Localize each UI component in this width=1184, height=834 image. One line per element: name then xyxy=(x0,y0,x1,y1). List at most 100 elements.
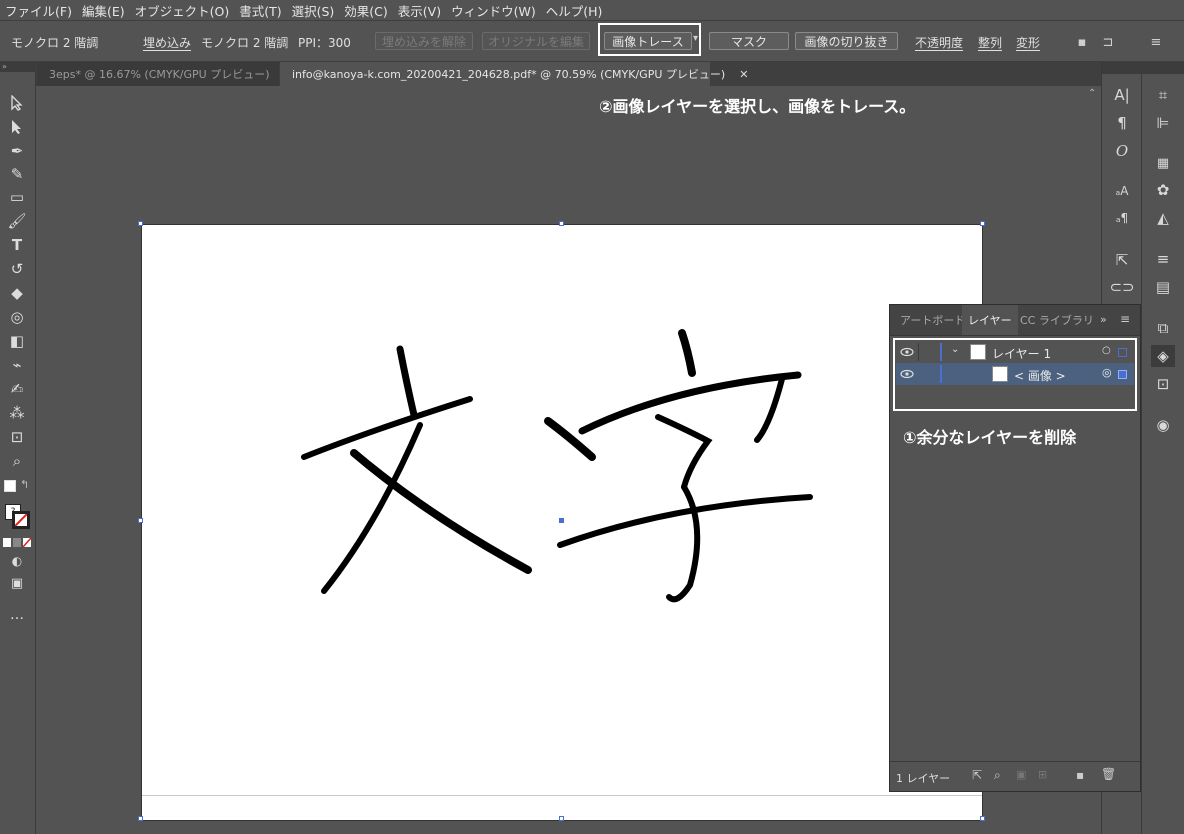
color-guide-icon[interactable]: ✿ xyxy=(1151,179,1175,201)
tab-pdf[interactable]: info@kanoya-k.com_20200421_204628.pdf* @… xyxy=(280,62,748,86)
panel-menu-icon[interactable]: ≡ xyxy=(1120,312,1130,326)
character-icon[interactable]: A| xyxy=(1110,84,1134,106)
zoom-tool-icon[interactable]: ⌕ xyxy=(5,450,29,472)
type-tool-icon[interactable]: T xyxy=(5,234,29,256)
menu-object[interactable]: オブジェクト(O) xyxy=(130,1,235,20)
annotation-trace: ②画像レイヤーを選択し、画像をトレース。 xyxy=(599,97,916,116)
export-layer-icon[interactable]: ⇱ xyxy=(972,768,982,782)
direct-selection-tool-icon[interactable] xyxy=(5,116,29,138)
artboards-icon[interactable]: ⧉ xyxy=(1151,317,1175,339)
panel-dock-2: ⌗ ⊫ ▦ ✿ ◭ ≡ ▤ ⧉ ◈ ⊡ ◉ xyxy=(1141,62,1184,834)
placed-image[interactable] xyxy=(142,225,982,795)
appearance-icon[interactable]: ◉ xyxy=(1151,414,1175,436)
more-tabs-icon[interactable]: » xyxy=(1100,313,1107,326)
rotate-tool-icon[interactable]: ↺ xyxy=(5,258,29,280)
close-icon[interactable]: ✕ xyxy=(739,68,748,81)
selection-handle[interactable] xyxy=(980,221,985,226)
curvature-tool-icon[interactable]: ✎ xyxy=(5,163,29,185)
eraser-tool-icon[interactable]: ◆ xyxy=(5,282,29,304)
menu-edit[interactable]: 編集(E) xyxy=(77,1,130,20)
tab-3eps[interactable]: 3eps* @ 16.67% (CMYK/GPU プレビュー) ✕ xyxy=(37,62,293,86)
paragraph-icon[interactable]: ¶ xyxy=(1110,112,1134,134)
menu-window[interactable]: ウィンドウ(W) xyxy=(446,1,541,20)
paintbrush-tool-icon[interactable]: 🖌 xyxy=(5,210,29,232)
distribute-icon[interactable]: ⊐ xyxy=(1099,33,1117,51)
screen-mode-icon[interactable]: ▣ xyxy=(5,572,29,594)
color-mode-icons[interactable] xyxy=(3,536,32,548)
tools-panel: » ✒ ✎ ▭ 🖌 T ↺ ◆ ◎ ◧ ⌁ ✍ ⁂ ⊡ ⌕ ↰ ? ◐ ▣ … xyxy=(0,62,36,834)
opacity-link[interactable]: 不透明度 xyxy=(915,34,963,51)
align-link[interactable]: 整列 xyxy=(978,34,1002,51)
transform-icon[interactable]: ⌗ xyxy=(1151,84,1175,106)
grid-arrange-icon[interactable]: ▪ xyxy=(1073,33,1091,51)
more-tools-icon[interactable]: … xyxy=(5,604,29,626)
mask-button[interactable]: マスク xyxy=(709,32,789,50)
menu-help[interactable]: ヘルプ(H) xyxy=(541,1,608,20)
export-icon[interactable]: ⇱ xyxy=(1110,249,1134,271)
new-layer-icon[interactable]: ▪ xyxy=(1076,768,1084,782)
transform-link[interactable]: 変形 xyxy=(1016,34,1040,51)
dock-header[interactable] xyxy=(1142,62,1184,74)
stroke-icon[interactable]: ≡ xyxy=(1151,248,1175,270)
selection-handle[interactable] xyxy=(138,518,143,523)
mode-label: モノクロ 2 階調 xyxy=(201,36,289,50)
swatches-icon[interactable]: ▦ xyxy=(1151,152,1175,174)
selection-handle[interactable] xyxy=(138,221,143,226)
tab-artboards[interactable]: アートボード xyxy=(894,305,968,335)
blend-tool-icon[interactable]: ✍ xyxy=(5,378,29,400)
default-colors-icon[interactable] xyxy=(4,480,16,492)
warp-tool-icon[interactable]: ◎ xyxy=(5,306,29,328)
rectangle-tool-icon[interactable]: ▭ xyxy=(5,186,29,208)
selection-handle[interactable] xyxy=(559,816,564,821)
layers-panel-footer: 1 レイヤー ⇱ ⌕ ▣ ⊞ ▪ 🗑 xyxy=(890,761,1140,792)
crop-image-button[interactable]: 画像の切り抜き xyxy=(795,32,898,50)
collapse-icon[interactable]: » xyxy=(0,62,36,72)
clipping-mask-icon[interactable]: ▣ xyxy=(1016,768,1026,781)
object-type-label: モノクロ 2 階調 xyxy=(11,36,99,50)
character-styles-icon[interactable]: ₐA xyxy=(1110,180,1134,202)
unembed-button[interactable]: 埋め込みを解除 xyxy=(375,32,473,50)
gradient-icon[interactable]: ▤ xyxy=(1151,276,1175,298)
selection-tool-icon[interactable] xyxy=(5,92,29,114)
scroll-up-icon[interactable]: ⌃ xyxy=(1088,88,1096,99)
eyedropper-tool-icon[interactable]: ⌁ xyxy=(5,354,29,376)
embed-link[interactable]: 埋め込み xyxy=(143,34,191,51)
ppi-label: PPI：300 xyxy=(298,36,351,50)
tab-layers[interactable]: レイヤー xyxy=(962,305,1018,335)
layers-highlight-box xyxy=(893,338,1137,411)
gradient-tool-icon[interactable]: ◧ xyxy=(5,330,29,352)
draw-mode-icon[interactable]: ◐ xyxy=(5,550,29,572)
selection-handle[interactable] xyxy=(138,816,143,821)
dock-header[interactable] xyxy=(1102,62,1141,74)
menu-effect[interactable]: 効果(C) xyxy=(339,1,392,20)
stroke-swatch-icon[interactable] xyxy=(12,511,30,529)
page-divider xyxy=(142,795,982,796)
opentype-icon[interactable]: O xyxy=(1110,140,1134,162)
document-tab-bar: 3eps* @ 16.67% (CMYK/GPU プレビュー) ✕ info@k… xyxy=(0,62,1101,86)
locate-object-icon[interactable]: ⌕ xyxy=(994,768,1001,783)
asset-export-icon[interactable]: ⊡ xyxy=(1151,373,1175,395)
menu-select[interactable]: 選択(S) xyxy=(287,1,340,20)
panel-menu-icon[interactable]: ≡ xyxy=(1147,33,1165,51)
transparency-icon[interactable]: ◭ xyxy=(1151,207,1175,229)
layers-icon[interactable]: ◈ xyxy=(1151,345,1175,367)
align-icon[interactable]: ⊫ xyxy=(1151,112,1175,134)
trash-icon[interactable]: 🗑 xyxy=(1101,767,1116,781)
paragraph-styles-icon[interactable]: ₐ¶ xyxy=(1110,207,1134,229)
edit-original-button[interactable]: オリジナルを編集 xyxy=(482,32,590,50)
layer-count: 1 レイヤー xyxy=(896,772,951,785)
menu-file[interactable]: ファイル(F) xyxy=(0,1,77,20)
swap-colors-icon[interactable]: ↰ xyxy=(20,478,29,491)
menu-type[interactable]: 書式(T) xyxy=(234,1,286,20)
links-icon[interactable]: ⊂⊃ xyxy=(1109,276,1134,298)
tab-cc-libraries[interactable]: CC ライブラリ xyxy=(1014,305,1092,335)
selection-handle[interactable] xyxy=(980,816,985,821)
new-sublayer-icon[interactable]: ⊞ xyxy=(1038,768,1047,781)
symbol-sprayer-tool-icon[interactable]: ⁂ xyxy=(5,402,29,424)
selection-handle[interactable] xyxy=(559,221,564,226)
annotation-delete: ①余分なレイヤーを削除 xyxy=(903,428,1077,447)
artboard-tool-icon[interactable]: ⊡ xyxy=(5,426,29,448)
control-bar: モノクロ 2 階調 埋め込み モノクロ 2 階調 PPI：300 埋め込みを解除… xyxy=(0,20,1184,62)
pen-tool-icon[interactable]: ✒ xyxy=(5,140,29,162)
menu-view[interactable]: 表示(V) xyxy=(393,1,446,20)
